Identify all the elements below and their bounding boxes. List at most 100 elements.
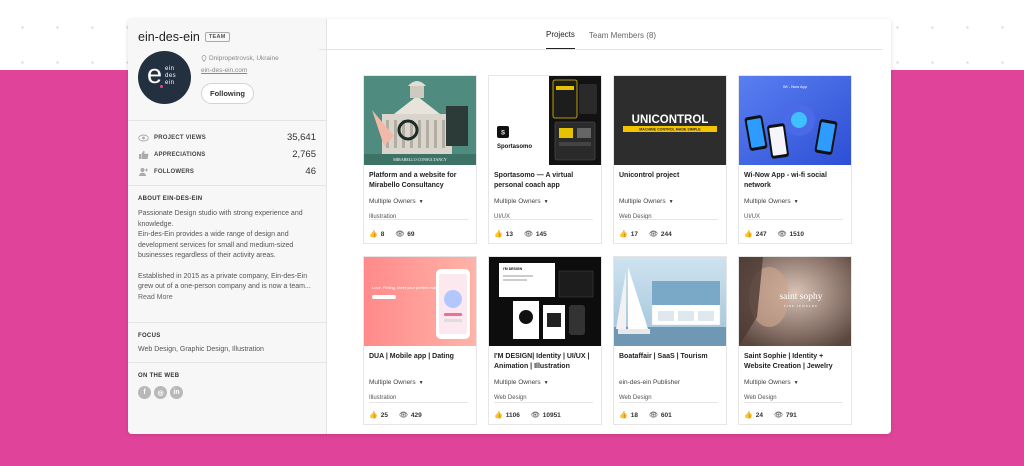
project-title[interactable]: I'M DESIGN| Identity | UI/UX | Animation… [489,346,601,376]
project-owner-dropdown[interactable]: Multiple Owners ▼ [364,379,476,386]
project-category: Web Design [619,395,652,401]
caret-down-icon: ▼ [543,198,549,205]
project-title[interactable]: Saint Sophie | Identity + Website Creati… [739,346,851,376]
caret-down-icon: ▼ [418,379,424,386]
unicontrol-tagline: MACHINE CONTROL MADE SIMPLE [639,128,701,132]
caret-down-icon: ▼ [418,198,424,205]
following-button[interactable]: Following [201,83,254,104]
project-thumbnail[interactable] [614,257,726,346]
project-title[interactable]: Boataffair | SaaS | Tourism [614,346,726,376]
project-thumbnail[interactable]: Wi - Now App [739,76,851,165]
tab-projects[interactable]: Projects [545,30,575,49]
project-owner: Multiple Owners [494,198,541,205]
caret-down-icon: ▼ [543,379,549,386]
project-stats: 👍 24 👁 791 [744,411,797,420]
read-more-link[interactable]: Read More [138,294,173,301]
avatar-word-3: ein [165,80,175,86]
project-stats: 👍 13 👁 145 [494,230,547,239]
profile-avatar[interactable]: e ein des ein [138,51,191,104]
thumbs-up-icon: 👍 [369,412,378,419]
project-category: Web Design [494,395,527,401]
project-title[interactable]: Sportasomo — A virtual personal coach ap… [489,165,601,195]
mirabello-caption: MIRABELLO CONSULTANCY [393,157,447,162]
unicontrol-logo-text: UNICONTROL [632,114,709,126]
eye-icon: 👁 [523,231,533,238]
project-thumbnail[interactable]: MIRABELLO CONSULTANCY [364,76,476,165]
project-owner-dropdown[interactable]: Multiple Owners ▼ [364,198,476,205]
project-title[interactable]: Unicontrol project [614,165,726,195]
tab-team-members[interactable]: Team Members (8) [589,31,656,49]
thumbs-up-icon: 👍 [369,231,378,238]
linkedin-icon[interactable]: in [170,386,183,399]
website-link[interactable]: ein-des-ein.com [201,67,279,74]
profile-sidebar: ein-des-ein TEAM e ein des ein Dnipropet… [128,19,327,434]
project-owner-dropdown[interactable]: Multiple Owners ▼ [739,198,851,205]
view-count: 145 [535,230,547,238]
web-title: ON THE WEB [138,373,180,379]
project-thumbnail[interactable]: I'M DESIGN [489,257,601,346]
project-card[interactable]: Love, Flirting, Meet your perfect match … [363,256,477,425]
project-title[interactable]: Wi-Now App - wi-fi social network [739,165,851,195]
project-card[interactable]: I'M DESIGN I'M DESIGN| Identity | UI/UX … [488,256,602,425]
location-pin-icon [201,55,207,62]
focus-title: FOCUS [138,333,161,339]
project-owner[interactable]: ein-des-ein Publisher [614,379,726,386]
project-thumbnail[interactable]: Love, Flirting, Meet your perfect match … [364,257,476,346]
saint-sophy-tagline: FINE JEWELRY [784,304,818,308]
imdesign-artwork: I'M DESIGN [489,257,601,346]
profile-name[interactable]: ein-des-ein [138,30,200,44]
project-stats: 👍 247 👁 1510 [744,230,804,239]
unicontrol-artwork: UNICONTROL MACHINE CONTROL MADE SIMPLE [614,76,726,165]
project-title[interactable]: DUA | Mobile app | Dating [364,346,476,376]
project-stats: 👍 18 👁 601 [619,411,672,420]
avatar-dot [160,85,163,88]
project-owner-label: ein-des-ein Publisher [619,379,681,386]
divider [369,219,468,220]
stat-project-views: PROJECT VIEWS 35,641 [138,129,316,146]
dribbble-icon[interactable]: ◎ [154,386,167,399]
project-card[interactable]: saint sophy FINE JEWELRY Saint Sophie | … [738,256,852,425]
saint-sophy-logo-text: saint sophy [779,292,822,302]
project-thumbnail[interactable]: S Sportasomo [489,76,601,165]
divider [744,402,843,403]
project-owner-dropdown[interactable]: Multiple Owners ▼ [739,379,851,386]
stat-value: 35,641 [286,132,316,143]
thumbs-up-icon: 👍 [744,231,753,238]
winow-artwork: Wi - Now App [739,76,851,165]
dua-artwork: Love, Flirting, Meet your perfect match … [364,257,476,346]
project-owner-dropdown[interactable]: Multiple Owners ▼ [614,198,726,205]
appreciation-count: 25 [380,411,388,419]
caret-down-icon: ▼ [668,198,674,205]
stat-value: 2,765 [292,149,316,160]
projects-main: Projects Team Members (8) MIRABELLO CONS… [319,19,891,434]
winow-caption: Wi - Now App [783,84,808,89]
thumbs-up-icon: 👍 [744,412,753,419]
boataffair-artwork [614,257,726,346]
project-title[interactable]: Platform and a website for Mirabello Con… [364,165,476,195]
project-card[interactable]: MIRABELLO CONSULTANCY Platform and a web… [363,75,477,244]
facebook-icon[interactable]: f [138,386,151,399]
project-owner: Multiple Owners [369,198,416,205]
about-title: ABOUT EIN-DES-EIN [138,196,203,202]
project-card[interactable]: S Sportasomo Sportasomo — A virtual pers… [488,75,602,244]
sportasomo-app-icon-glyph: S [501,131,505,137]
project-thumbnail[interactable]: saint sophy FINE JEWELRY [739,257,851,346]
sportasomo-caption: Sportasomo [497,144,532,150]
project-card[interactable]: Boataffair | SaaS | Tourism ein-des-ein … [613,256,727,425]
project-thumbnail[interactable]: UNICONTROL MACHINE CONTROL MADE SIMPLE [614,76,726,165]
project-card[interactable]: Wi - Now App Wi-Now App - wi-fi social n… [738,75,852,244]
stat-label: FOLLOWERS [154,168,195,175]
thumbs-up-icon: 👍 [619,231,628,238]
project-grid: MIRABELLO CONSULTANCY Platform and a web… [363,75,852,425]
view-count: 601 [660,411,672,419]
eye-icon: 👁 [648,412,658,419]
eye-icon: 👁 [773,412,783,419]
caret-down-icon: ▼ [793,198,799,205]
stat-label: PROJECT VIEWS [154,134,206,141]
project-owner-dropdown[interactable]: Multiple Owners ▼ [489,198,601,205]
project-owner-dropdown[interactable]: Multiple Owners ▼ [489,379,601,386]
stats-section: PROJECT VIEWS 35,641 APPRECIATIONS 2,765… [128,120,326,185]
imdesign-caption: I'M DESIGN [503,267,523,271]
saint-sophie-artwork: saint sophy FINE JEWELRY [739,257,851,346]
project-card[interactable]: UNICONTROL MACHINE CONTROL MADE SIMPLE U… [613,75,727,244]
